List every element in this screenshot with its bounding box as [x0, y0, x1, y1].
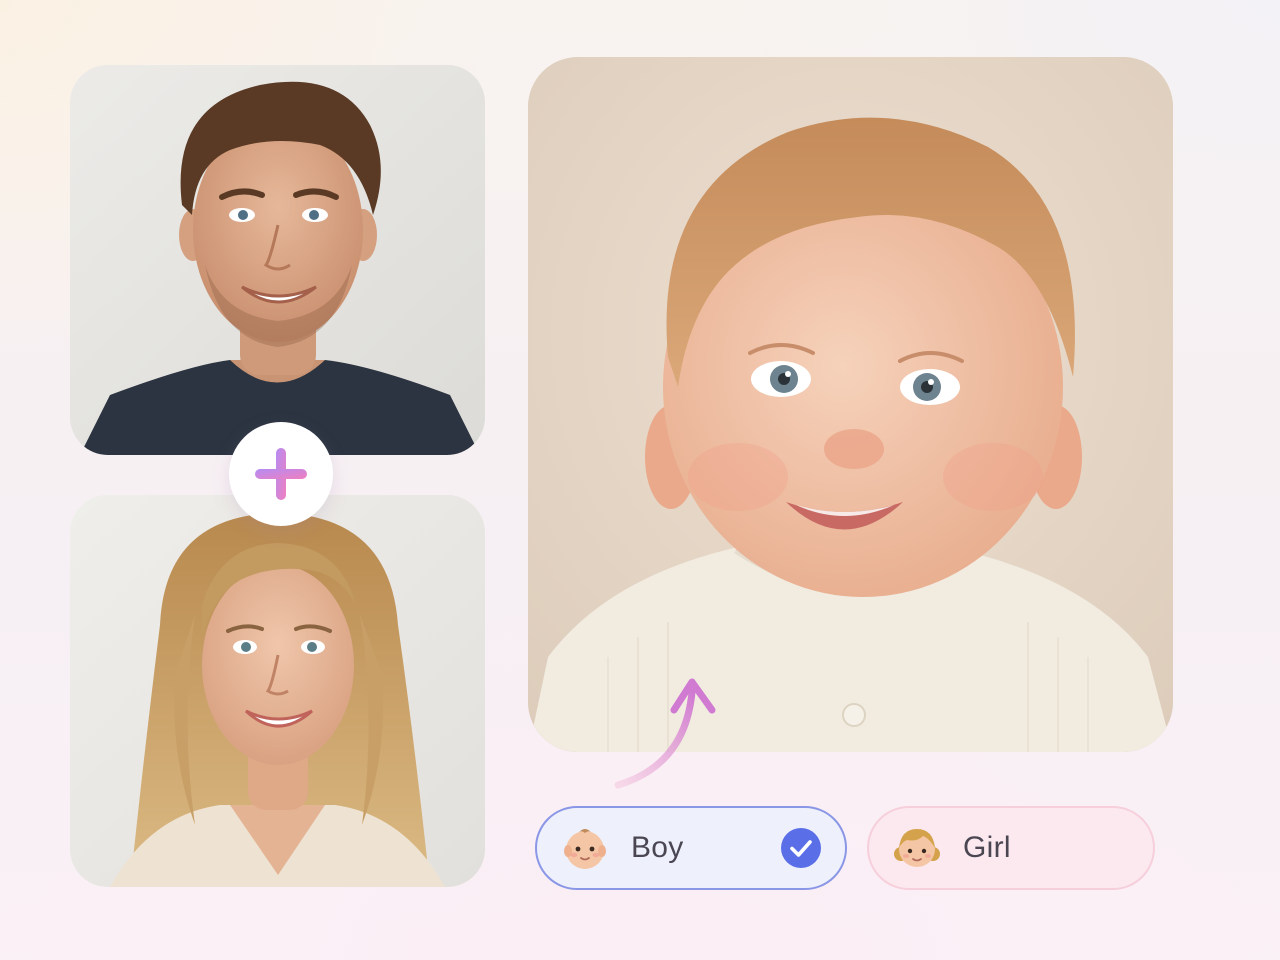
girl-option-button[interactable]: Girl: [867, 806, 1155, 890]
girl-emoji-icon: [894, 829, 940, 867]
baby-boy-emoji-icon: [564, 829, 606, 869]
baby-portrait-image: [528, 57, 1173, 752]
curved-arrow-icon: [614, 678, 716, 789]
mother-photo[interactable]: [70, 495, 485, 887]
man-portrait-image: [70, 65, 485, 455]
girl-label: Girl: [963, 831, 1011, 864]
woman-portrait-image: [70, 495, 485, 887]
boy-option-button[interactable]: Boy: [535, 806, 847, 890]
plus-badge: [229, 422, 333, 526]
checkmark-icon: [781, 828, 821, 868]
father-photo[interactable]: [70, 65, 485, 455]
baby-result-photo[interactable]: [528, 57, 1173, 752]
plus-icon: [255, 448, 307, 500]
boy-label: Boy: [631, 831, 684, 864]
